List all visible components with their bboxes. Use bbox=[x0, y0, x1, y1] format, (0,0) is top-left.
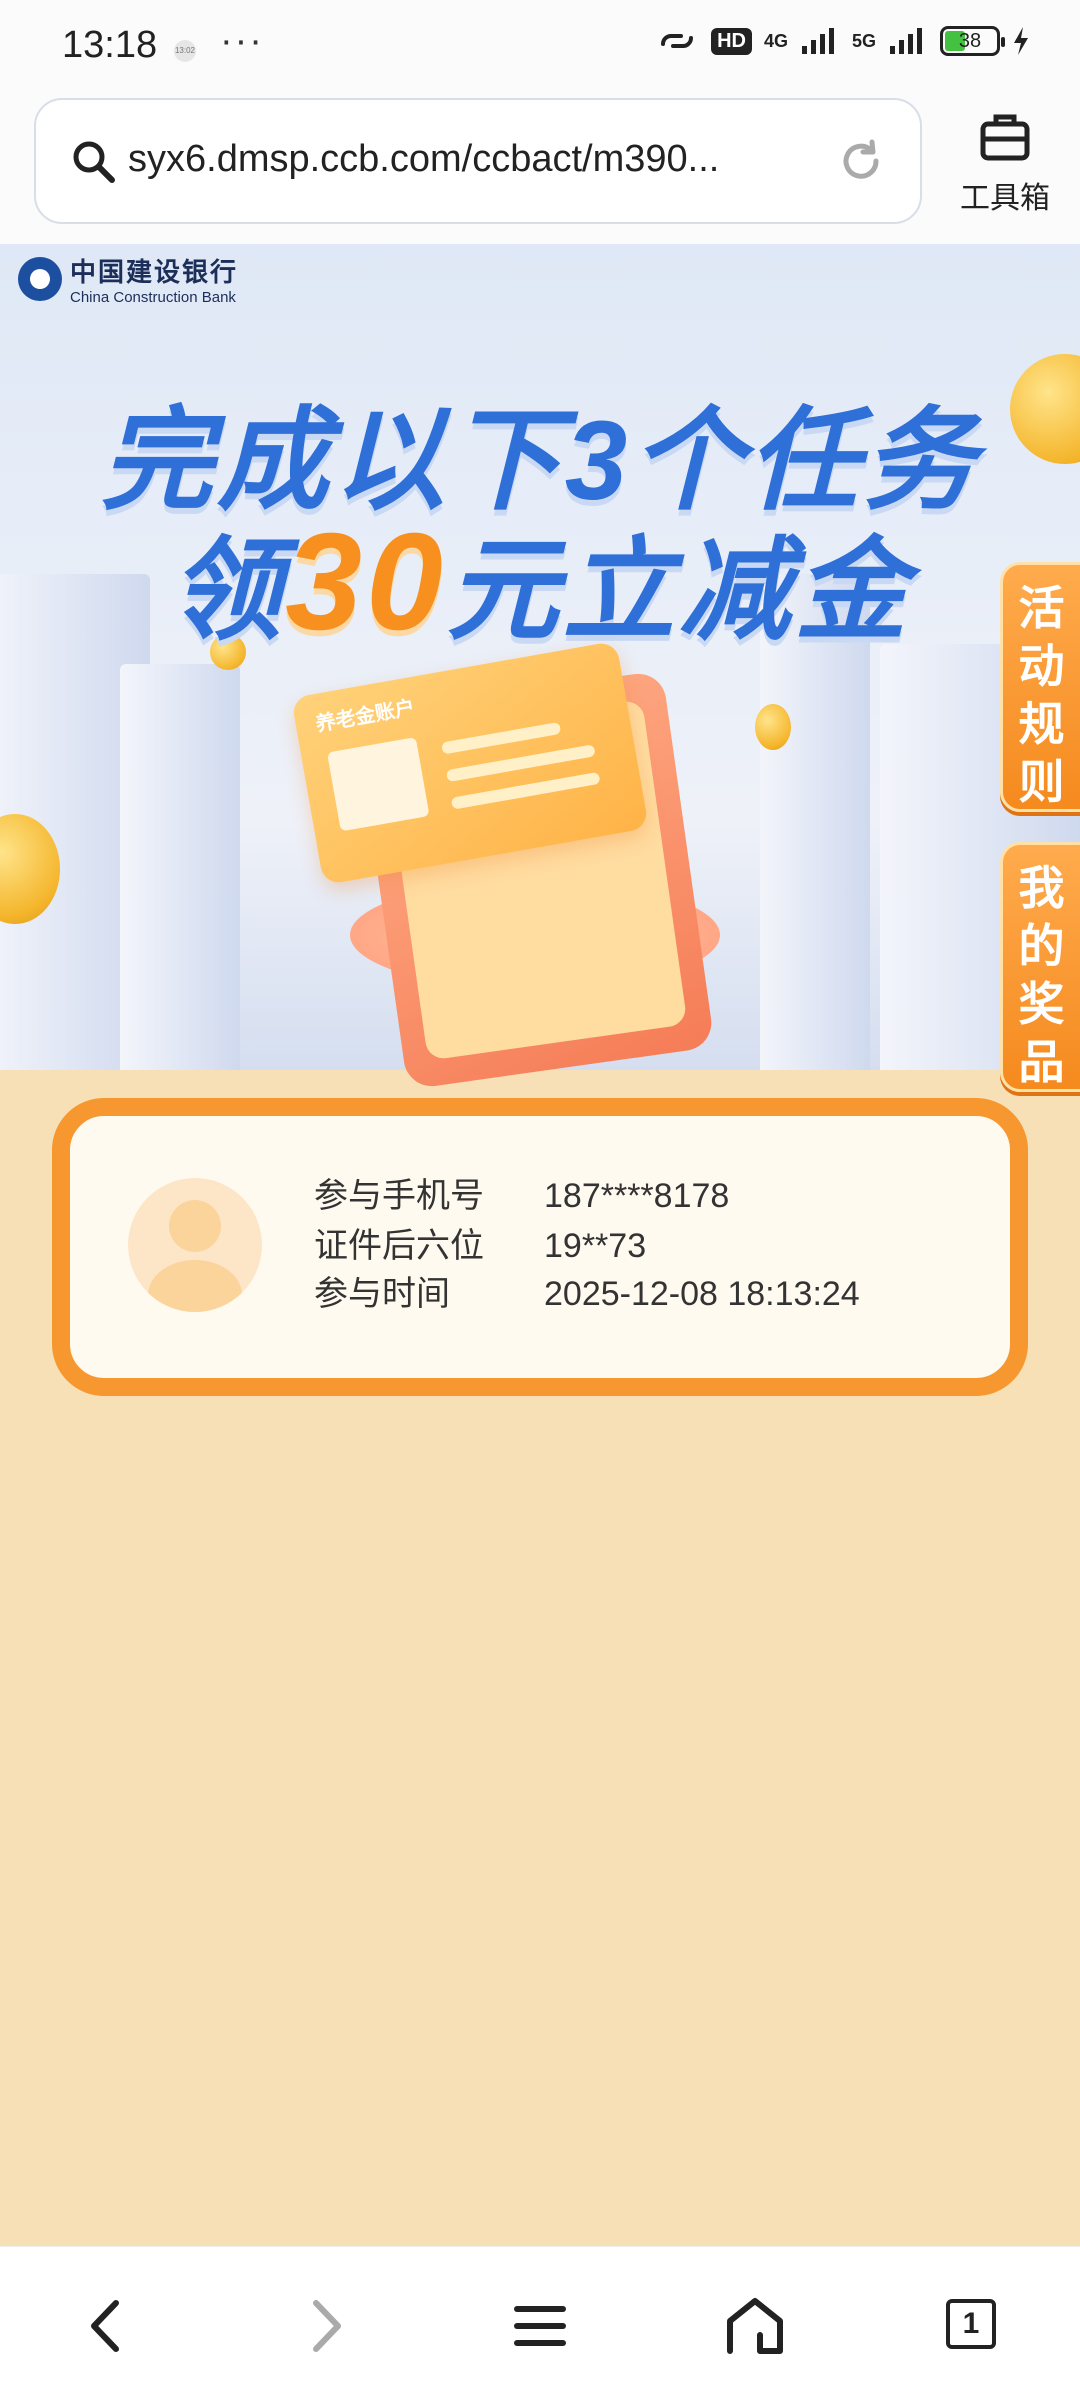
battery-level: 38 bbox=[958, 30, 982, 52]
bank-logo: 中国建设银行 China Construction Bank bbox=[18, 252, 238, 306]
id-row: 证件后六位 19**73 bbox=[314, 1218, 646, 1267]
home-icon[interactable] bbox=[720, 2291, 790, 2361]
signal-icon bbox=[801, 28, 834, 54]
notification-icon: 13:02 bbox=[174, 40, 196, 62]
browser-toolbar: syx6.dmsp.ccb.com/ccbact/m390... 工具箱 bbox=[0, 96, 1080, 244]
battery-icon: 38 bbox=[940, 26, 1005, 56]
status-indicators: HD 4G 5G 38 bbox=[655, 26, 1030, 56]
toolbox-button[interactable]: 工具箱 bbox=[950, 108, 1060, 217]
id-value: 19**73 bbox=[544, 1227, 647, 1265]
time-row: 参与时间 2025-12-08 18:13:24 bbox=[314, 1266, 860, 1315]
link-icon bbox=[661, 34, 694, 48]
status-time: 13:18 bbox=[62, 24, 158, 66]
phone-value: 187****8178 bbox=[544, 1177, 730, 1215]
hd-badge: HD bbox=[711, 27, 752, 55]
avatar bbox=[128, 1178, 262, 1312]
address-bar[interactable]: syx6.dmsp.ccb.com/ccbact/m390... bbox=[34, 98, 922, 224]
toolbox-label: 工具箱 bbox=[960, 182, 1050, 215]
headline-suffix: 元立减金 bbox=[446, 528, 911, 653]
more-notifications-icon: ··· bbox=[220, 20, 264, 62]
coin-illustration bbox=[755, 704, 791, 750]
bank-name-cn: 中国建设银行 bbox=[70, 257, 239, 287]
menu-icon[interactable] bbox=[505, 2291, 575, 2361]
tabs-count-button[interactable]: 1 bbox=[946, 2299, 996, 2349]
forward-icon[interactable] bbox=[290, 2291, 360, 2361]
toolbox-icon bbox=[980, 114, 1030, 161]
participant-info-card: 参与手机号 187****8178 证件后六位 19**73 参与时间 2025-12… bbox=[52, 1098, 1028, 1396]
phone-label: 参与手机号 bbox=[314, 1177, 484, 1215]
browser-bottom-nav: 1 bbox=[0, 2246, 1080, 2401]
headline-amount: 30 bbox=[285, 505, 447, 659]
charging-icon bbox=[1014, 27, 1028, 55]
time-value: 2025-12-08 18:13:24 bbox=[544, 1275, 860, 1313]
my-prizes-tab[interactable]: 我的奖品 bbox=[1000, 842, 1080, 1092]
search-icon bbox=[73, 141, 115, 183]
ccb-logo-icon bbox=[18, 257, 62, 301]
time-label: 参与时间 bbox=[314, 1275, 450, 1313]
url-text[interactable]: syx6.dmsp.ccb.com/ccbact/m390... bbox=[128, 138, 848, 181]
building-illustration bbox=[120, 664, 240, 1070]
headline-reward: 领30元立减金 bbox=[0, 500, 1080, 662]
headline-prefix: 领 bbox=[169, 528, 286, 653]
activity-rules-tab[interactable]: 活动规则 bbox=[1000, 562, 1080, 812]
network-4g-label: 4G bbox=[763, 31, 788, 51]
status-bar: 13:18 13:02 ··· HD 4G 5G 38 bbox=[0, 0, 1080, 96]
reload-icon[interactable] bbox=[836, 136, 886, 186]
signal-icon-2 bbox=[890, 28, 922, 54]
bank-name-en: China Construction Bank bbox=[70, 289, 236, 306]
phone-row: 参与手机号 187****8178 bbox=[314, 1168, 729, 1217]
back-icon[interactable] bbox=[72, 2291, 142, 2361]
id-label: 证件后六位 bbox=[314, 1227, 484, 1265]
network-5g-label: 5G bbox=[851, 31, 876, 51]
card-title: 养老金账户 bbox=[314, 696, 417, 736]
